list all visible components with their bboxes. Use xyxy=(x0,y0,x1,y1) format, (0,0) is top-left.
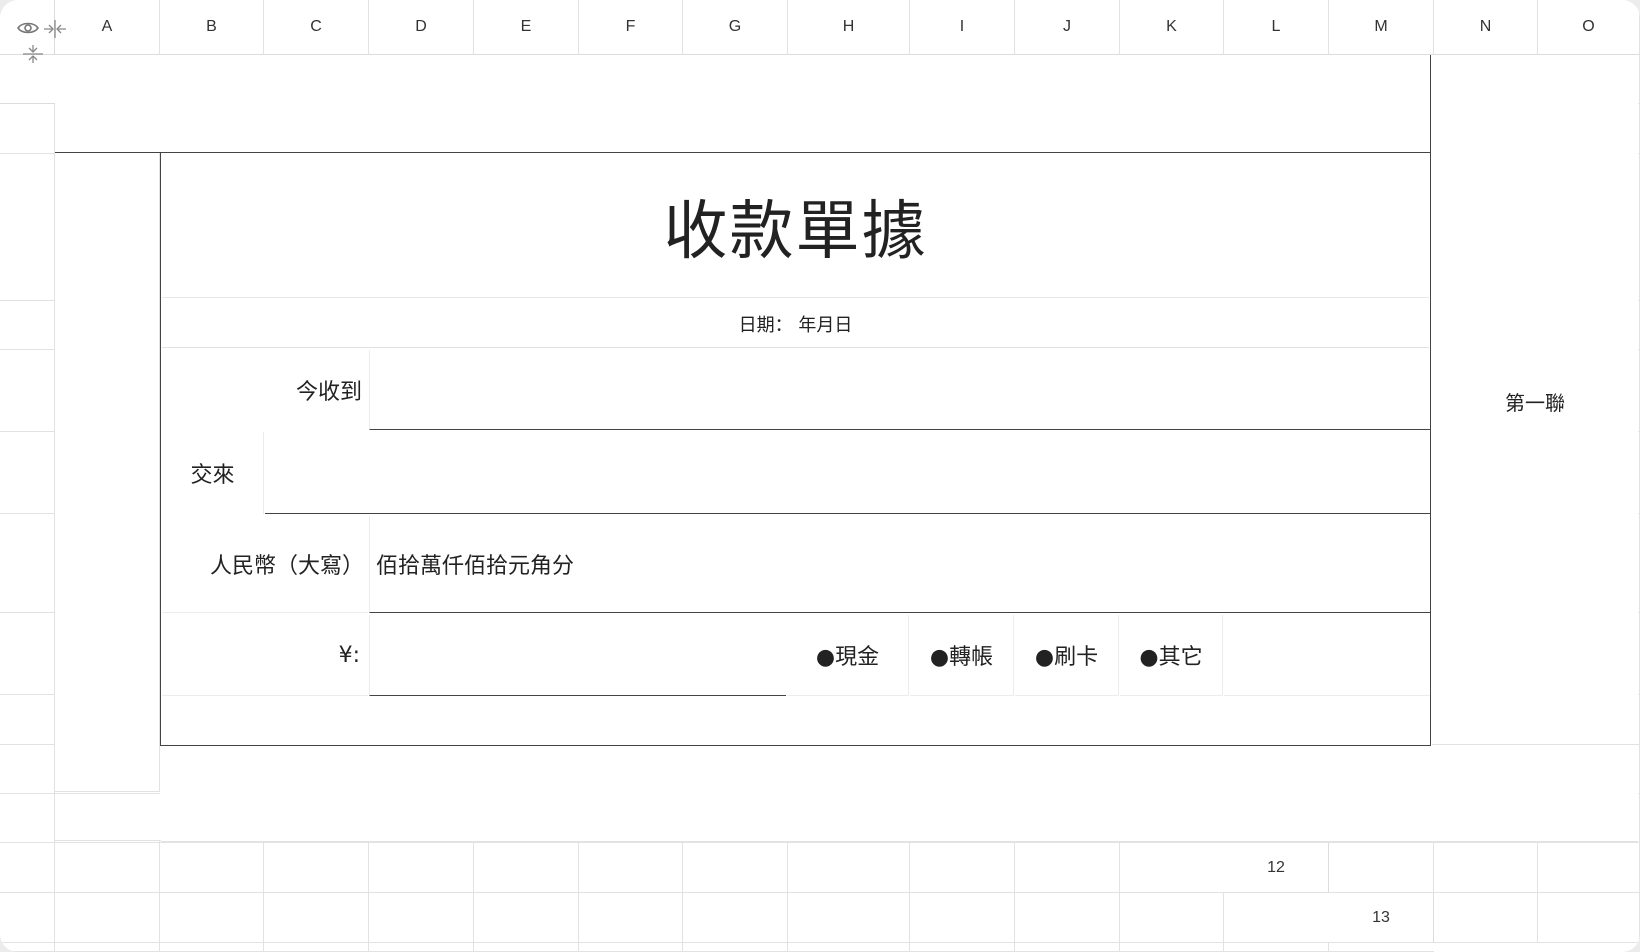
cell[interactable] xyxy=(788,843,910,893)
cell[interactable] xyxy=(55,893,160,943)
cell[interactable] xyxy=(369,893,474,943)
received-from-label[interactable]: 今收到 xyxy=(162,350,368,430)
cell[interactable] xyxy=(369,843,474,893)
paid-for-input[interactable] xyxy=(265,432,1430,514)
cell[interactable] xyxy=(55,843,160,893)
payment-transfer[interactable]: ●轉帳 xyxy=(910,615,1014,696)
cell[interactable] xyxy=(1538,843,1640,893)
cell[interactable] xyxy=(1015,943,1120,952)
cell[interactable] xyxy=(1120,893,1224,943)
paid-for-label[interactable]: 交來 xyxy=(162,432,264,514)
cell[interactable] xyxy=(910,893,1015,943)
cell[interactable] xyxy=(0,695,55,745)
received-from-input[interactable] xyxy=(369,350,1430,430)
column-header-j[interactable]: J xyxy=(1015,0,1120,55)
cell[interactable] xyxy=(474,893,579,943)
cell[interactable] xyxy=(474,943,579,952)
column-header-b[interactable]: B xyxy=(160,0,264,55)
cell[interactable] xyxy=(264,943,369,952)
cell[interactable] xyxy=(1224,893,1329,943)
cell[interactable] xyxy=(160,843,264,893)
freeze-rows-icon[interactable] xyxy=(22,44,44,64)
amount-units-field[interactable]: 佰拾萬仟佰拾元角分 xyxy=(369,516,1430,613)
rows1-2-right-border xyxy=(1430,55,1431,153)
date-field[interactable]: 日期： 年月日 xyxy=(162,300,1429,348)
freeze-columns-icon[interactable] xyxy=(43,19,67,39)
copy-label-text: 第一聯 xyxy=(1505,391,1565,415)
cell[interactable] xyxy=(579,843,683,893)
merged-rows-10-11[interactable] xyxy=(161,746,1638,842)
column-header-n[interactable]: N xyxy=(1434,0,1538,55)
cell[interactable] xyxy=(683,843,788,893)
cell[interactable] xyxy=(160,943,264,952)
cell[interactable] xyxy=(683,943,788,952)
receipt-title[interactable]: 收款單據 xyxy=(162,155,1429,298)
cell[interactable] xyxy=(0,432,55,514)
cell[interactable] xyxy=(0,843,55,893)
spreadsheet-window: ABCDEFGHIJKLMNO12345678910111213 收款單據 日期… xyxy=(0,0,1640,952)
cell[interactable] xyxy=(0,514,55,613)
column-header-f[interactable]: F xyxy=(579,0,683,55)
column-header-o[interactable]: O xyxy=(1538,0,1640,55)
column-header-e[interactable]: E xyxy=(474,0,579,55)
column-header-d[interactable]: D xyxy=(369,0,474,55)
cell[interactable] xyxy=(160,893,264,943)
cell[interactable] xyxy=(788,893,910,943)
merged-cell-a3[interactable] xyxy=(55,152,160,792)
row10-divider xyxy=(55,793,160,794)
cell[interactable] xyxy=(910,943,1015,952)
column-header-k[interactable]: K xyxy=(1120,0,1224,55)
cell[interactable] xyxy=(264,843,369,893)
cell[interactable] xyxy=(1120,943,1224,952)
column-header-g[interactable]: G xyxy=(683,0,788,55)
row-header-13[interactable]: 13 xyxy=(1329,893,1434,943)
column-header-h[interactable]: H xyxy=(788,0,910,55)
payment-blank[interactable] xyxy=(1224,615,1430,696)
column-header-i[interactable]: I xyxy=(910,0,1015,55)
cell[interactable] xyxy=(683,893,788,943)
payment-card[interactable]: ●刷卡 xyxy=(1015,615,1119,696)
cell[interactable] xyxy=(1120,843,1224,893)
cell[interactable] xyxy=(0,301,55,350)
cell[interactable] xyxy=(0,794,55,843)
cell[interactable] xyxy=(910,843,1015,893)
payment-other[interactable]: ●其它 xyxy=(1120,615,1223,696)
column-header-m[interactable]: M xyxy=(1329,0,1434,55)
cell[interactable] xyxy=(55,943,160,952)
eye-icon[interactable] xyxy=(17,21,39,35)
cell[interactable] xyxy=(1329,843,1434,893)
cell[interactable] xyxy=(0,350,55,432)
cell[interactable] xyxy=(579,893,683,943)
yen-amount-input[interactable] xyxy=(369,615,786,696)
cell[interactable] xyxy=(0,745,55,794)
column-header-l[interactable]: L xyxy=(1224,0,1329,55)
cell[interactable] xyxy=(1434,843,1538,893)
column-header-a[interactable]: A xyxy=(55,0,160,55)
cell[interactable] xyxy=(0,613,55,695)
select-all-corner[interactable] xyxy=(0,0,66,63)
cell[interactable] xyxy=(264,893,369,943)
yen-label[interactable]: ¥: xyxy=(162,615,368,696)
cell[interactable] xyxy=(474,843,579,893)
cell[interactable] xyxy=(369,943,474,952)
cell[interactable] xyxy=(1015,843,1120,893)
column-header-c[interactable]: C xyxy=(264,0,369,55)
cell[interactable] xyxy=(0,893,55,943)
cell[interactable] xyxy=(1434,893,1538,943)
copy-label[interactable]: 第一聯 xyxy=(1432,55,1638,745)
cell[interactable] xyxy=(1538,893,1640,943)
cell[interactable] xyxy=(579,943,683,952)
payment-cash[interactable]: ●現金 xyxy=(787,615,909,696)
cell[interactable] xyxy=(0,104,55,154)
row-header-12[interactable]: 12 xyxy=(1224,843,1329,893)
cell[interactable] xyxy=(788,943,910,952)
cell[interactable] xyxy=(1015,893,1120,943)
cell[interactable] xyxy=(0,154,55,301)
cell[interactable] xyxy=(0,943,55,952)
cell[interactable] xyxy=(1329,943,1434,952)
receipt-bottom-row[interactable] xyxy=(162,697,1429,744)
cell[interactable] xyxy=(1224,943,1329,952)
rmb-label[interactable]: 人民幣（大寫） xyxy=(162,516,368,613)
